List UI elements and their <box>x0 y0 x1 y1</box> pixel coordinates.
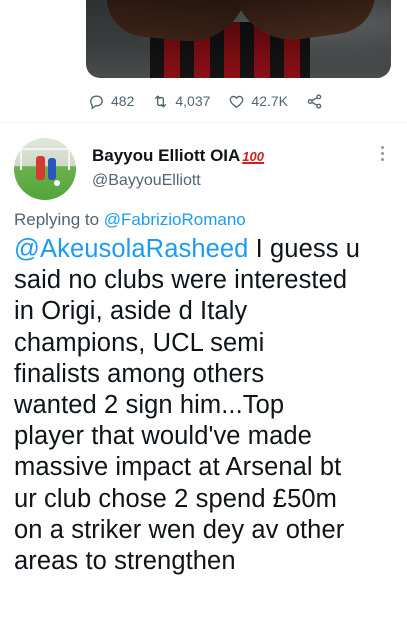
author-name[interactable]: Bayyou Elliott OIA <box>92 146 240 166</box>
reply-icon <box>90 95 103 110</box>
tweet-line: said no clubs were interested <box>14 266 348 295</box>
tweet-line: finalists among others <box>14 359 265 388</box>
avatar-goalpost <box>20 148 70 170</box>
retweet-icon <box>155 95 167 107</box>
tweet-line: in Origi, aside d Italy <box>14 297 248 326</box>
retweet-button[interactable]: 4,037 <box>152 93 210 110</box>
avatar-ball <box>54 180 60 186</box>
tweet-divider <box>0 122 407 123</box>
tweet-action-bar: 482 4,037 42.7K <box>88 90 323 112</box>
like-button[interactable]: 42.7K <box>228 93 288 110</box>
tweet-line: on a striker wen dey av other <box>14 515 345 544</box>
tweet-line-text: I guess u <box>248 235 361 263</box>
share-button[interactable] <box>306 93 323 110</box>
tweet-text: @AkeusolaRasheed I guess u said no clubs… <box>14 234 402 577</box>
like-count: 42.7K <box>251 93 288 109</box>
avatar-player-blue <box>48 158 56 180</box>
mention-link[interactable]: @AkeusolaRasheed <box>14 235 248 263</box>
tweet-line: player that would've made <box>14 422 312 451</box>
reply-button[interactable]: 482 <box>88 93 134 110</box>
author-handle[interactable]: @BayyouElliott <box>92 172 201 190</box>
author-row[interactable]: Bayyou Elliott OIA 100 <box>92 146 264 166</box>
tweet-line: wanted 2 sign him...Top <box>14 391 285 420</box>
media-photo[interactable] <box>86 0 391 78</box>
tweet-line: massive impact at Arsenal bt <box>14 453 342 482</box>
tweet-line: @AkeusolaRasheed I guess u <box>14 234 402 265</box>
replying-prefix: Replying to <box>14 210 104 229</box>
share-icon <box>307 93 322 109</box>
more-options-icon[interactable] <box>376 146 388 166</box>
tweet-line: areas to strengthen <box>14 547 236 576</box>
retweet-count: 4,037 <box>175 93 211 109</box>
tweet-line: ur club chose 2 spend £50m <box>14 484 337 513</box>
reply-count: 482 <box>111 93 135 109</box>
avatar[interactable] <box>14 138 76 200</box>
replying-to-line: Replying to @FabrizioRomano <box>14 210 246 230</box>
replying-to-link[interactable]: @FabrizioRomano <box>104 210 246 229</box>
parent-tweet-media <box>0 0 407 84</box>
like-icon <box>230 95 244 108</box>
hundred-emoji-badge: 100 <box>242 148 264 164</box>
avatar-player-red <box>36 156 45 180</box>
tweet-line: champions, UCL semi <box>14 328 265 357</box>
